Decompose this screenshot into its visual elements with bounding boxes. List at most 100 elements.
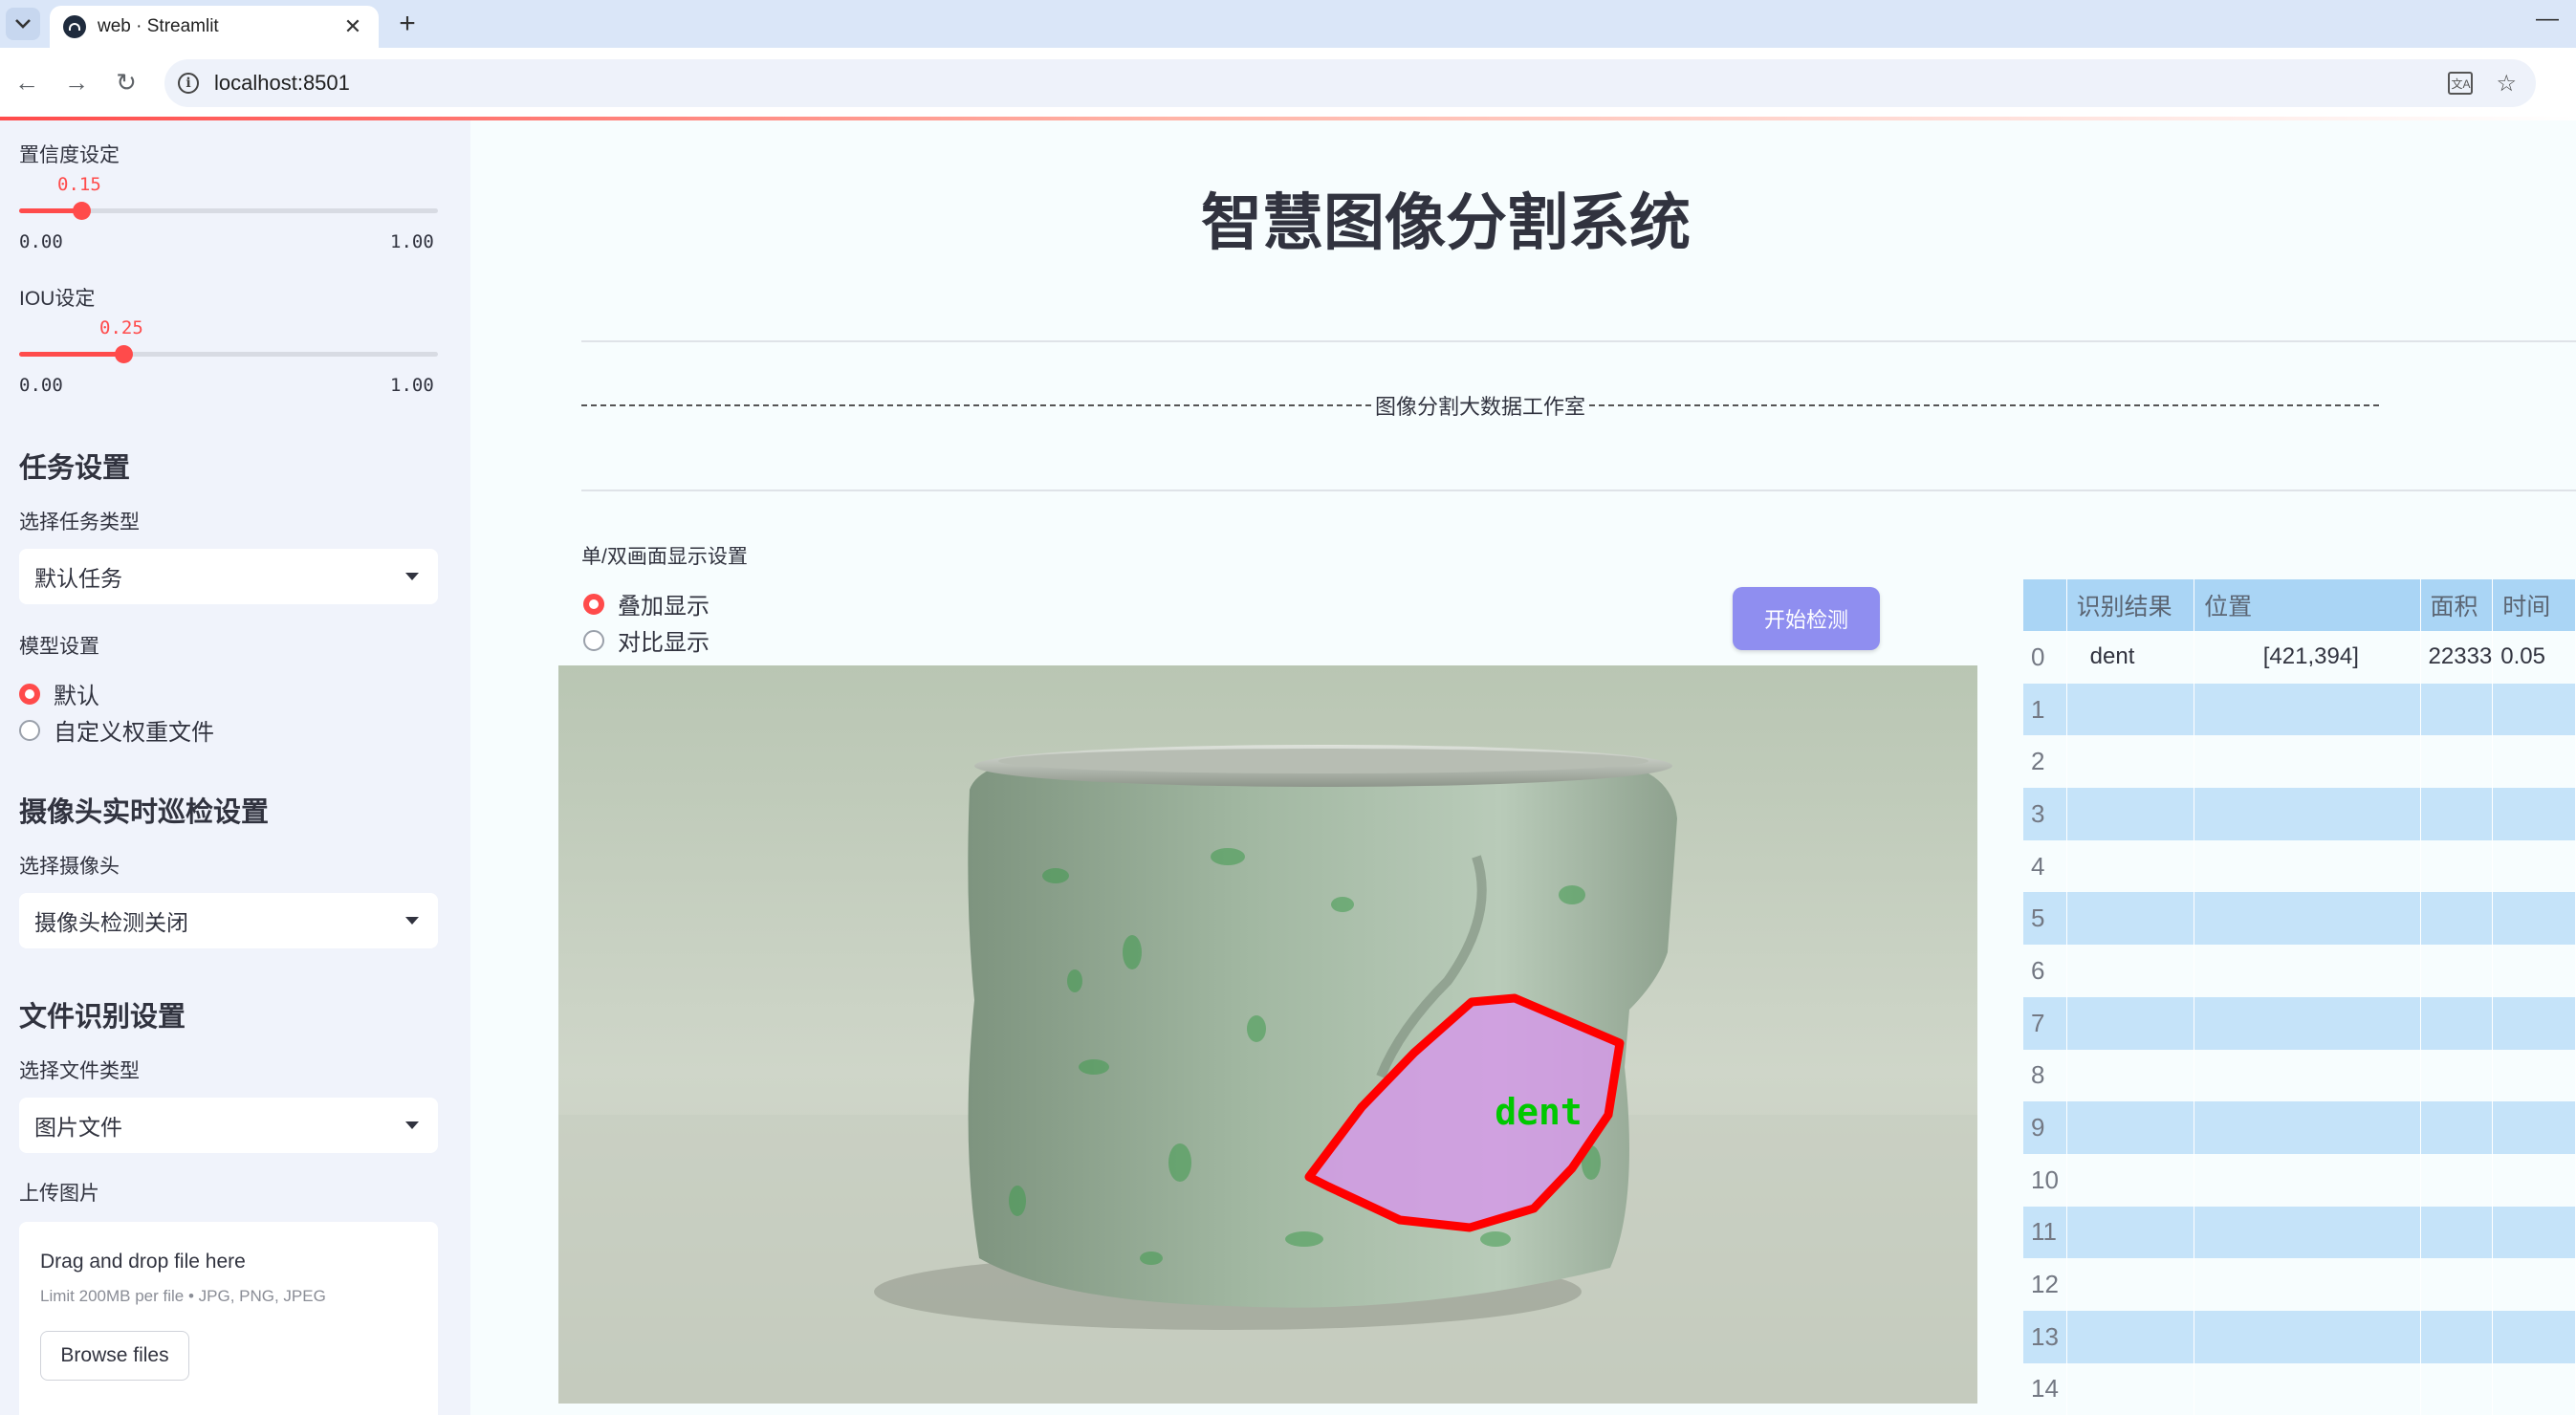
table-cell-pos (2194, 1153, 2421, 1207)
back-icon[interactable]: ← (8, 63, 46, 101)
dashed-line-right (1589, 404, 2380, 406)
display-option-compare[interactable]: 对比显示 (583, 623, 709, 657)
confidence-slider-thumb[interactable] (73, 202, 91, 220)
plus-icon: + (399, 8, 416, 39)
table-cell-res: dent (2066, 631, 2195, 684)
table-row[interactable]: 6 (2023, 945, 2576, 997)
translate-icon[interactable]: 文A (2448, 72, 2474, 95)
table-cell-area (2420, 683, 2494, 736)
sidebar: 置信度设定 0.15 0.00 1.00 IOU设定 0.25 0.00 1.0… (0, 120, 470, 1415)
radio-unselected[interactable] (19, 719, 40, 741)
table-row[interactable]: 11 (2023, 1206, 2576, 1259)
header-index[interactable] (2023, 579, 2067, 631)
task-type-select[interactable]: 默认任务 (19, 549, 438, 604)
model-option-custom[interactable]: 自定义权重文件 (19, 713, 214, 747)
page-title: 智慧图像分割系统 (1201, 188, 1691, 257)
radio-selected[interactable] (583, 593, 604, 615)
table-row[interactable]: 3 (2023, 788, 2576, 840)
table-cell-area (2420, 1206, 2494, 1259)
results-table[interactable]: 识别结果 位置 面积 时间 0 dent [421,394] 22333 0.05 1 2 3… (2023, 579, 2576, 1415)
reload-icon[interactable]: ↻ (107, 63, 145, 101)
header-result[interactable]: 识别结果 (2066, 579, 2195, 631)
table-cell-idx: 0 (2023, 631, 2067, 684)
table-cell-area (2420, 1101, 2494, 1154)
table-cell-pos (2194, 683, 2421, 736)
table-cell-pos (2194, 945, 2421, 997)
file-uploader-dropzone[interactable]: Drag and drop file here Limit 200MB per … (19, 1222, 438, 1415)
confidence-slider[interactable] (19, 202, 438, 220)
model-option-default[interactable]: 默认 (19, 677, 99, 710)
table-cell-area (2420, 788, 2494, 840)
table-row[interactable]: 12 (2023, 1258, 2576, 1311)
table-cell-res (2066, 945, 2195, 997)
table-cell-area (2420, 1258, 2494, 1311)
table-cell-pos (2194, 1101, 2421, 1154)
task-type-label: 选择任务类型 (19, 512, 140, 533)
address-bar-actions: 文A ☆ (2448, 59, 2517, 107)
table-row[interactable]: 10 (2023, 1153, 2576, 1207)
table-cell-pos (2194, 1258, 2421, 1311)
new-tab-button[interactable]: + (390, 8, 425, 40)
table-cell-res (2066, 892, 2195, 946)
minimize-icon[interactable]: — (2536, 6, 2559, 33)
confidence-min: 0.00 (19, 231, 63, 252)
browser-tab-bar: web · Streamlit ✕ + — (0, 0, 2576, 48)
table-row[interactable]: 7 (2023, 996, 2576, 1050)
tab-list-button[interactable] (6, 8, 40, 40)
table-cell-res (2066, 788, 2195, 840)
browser-tab[interactable]: web · Streamlit ✕ (50, 6, 379, 48)
model-option-label: 自定义权重文件 (54, 720, 214, 746)
table-cell-area (2420, 735, 2494, 789)
streamlit-favicon (63, 15, 86, 38)
close-icon[interactable]: ✕ (340, 14, 365, 39)
header-area[interactable]: 面积 (2420, 579, 2494, 631)
info-icon[interactable]: i (178, 73, 199, 94)
table-cell-pos (2194, 1310, 2421, 1363)
table-row[interactable]: 14 (2023, 1362, 2576, 1415)
file-type-select[interactable]: 图片文件 (19, 1098, 438, 1153)
table-cell-res (2066, 1362, 2195, 1415)
radio-selected[interactable] (19, 683, 40, 705)
start-detection-button[interactable]: 开始检测 (1733, 587, 1880, 650)
table-row[interactable]: 5 (2023, 892, 2576, 946)
iou-value: 0.25 (99, 317, 143, 338)
table-cell-idx: 1 (2023, 683, 2067, 736)
browse-files-button[interactable]: Browse files (40, 1331, 189, 1381)
table-row[interactable]: 1 (2023, 683, 2576, 736)
table-cell-time (2492, 1049, 2576, 1102)
forward-icon[interactable]: → (57, 63, 96, 101)
table-row[interactable]: 4 (2023, 839, 2576, 893)
detection-image: dent (558, 665, 1977, 1404)
display-mode-label: 单/双画面显示设置 (581, 546, 748, 568)
table-cell-time (2492, 892, 2576, 946)
model-option-label: 默认 (54, 684, 99, 709)
table-cell-idx: 14 (2023, 1362, 2067, 1415)
task-type-value: 默认任务 (34, 566, 122, 591)
address-bar[interactable]: i localhost:8501 文A ☆ (164, 59, 2536, 107)
table-cell-res (2066, 1258, 2195, 1311)
star-icon[interactable]: ☆ (2496, 70, 2517, 98)
radio-unselected[interactable] (583, 629, 604, 651)
table-cell-time (2492, 788, 2576, 840)
table-cell-pos: [421,394] (2194, 631, 2421, 684)
table-row[interactable]: 9 (2023, 1101, 2576, 1154)
table-row[interactable]: 8 (2023, 1049, 2576, 1102)
table-row[interactable]: 0 dent [421,394] 22333 0.05 (2023, 631, 2576, 684)
studio-banner: 图像分割大数据工作室 (581, 390, 2380, 421)
display-option-overlay[interactable]: 叠加显示 (583, 587, 709, 620)
header-position[interactable]: 位置 (2194, 579, 2421, 631)
table-cell-pos (2194, 1362, 2421, 1415)
camera-settings-heading: 摄像头实时巡检设置 (19, 797, 270, 828)
table-row[interactable]: 13 (2023, 1310, 2576, 1363)
detection-label: dent (1495, 1091, 1583, 1133)
header-time[interactable]: 时间 (2492, 579, 2576, 631)
table-cell-pos (2194, 839, 2421, 893)
iou-slider[interactable] (19, 345, 438, 363)
iou-slider-thumb[interactable] (115, 345, 133, 363)
table-row[interactable]: 2 (2023, 735, 2576, 789)
table-cell-area (2420, 839, 2494, 893)
divider (581, 340, 2576, 342)
chevron-down-icon (15, 19, 31, 29)
table-cell-time (2492, 839, 2576, 893)
camera-select[interactable]: 摄像头检测关闭 (19, 893, 438, 948)
